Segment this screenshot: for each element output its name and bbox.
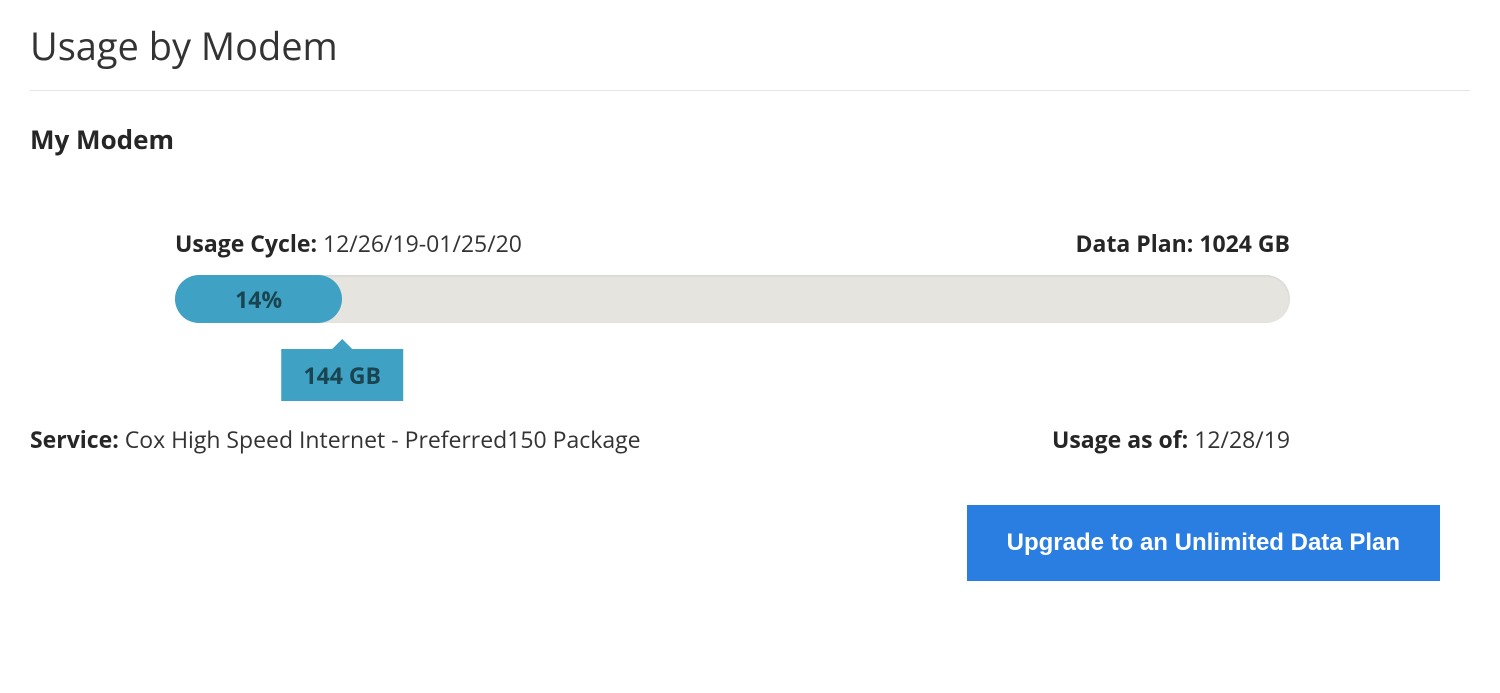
usage-asof-value: 12/28/19 [1194, 423, 1290, 455]
data-plan: Data Plan: 1024 GB [1076, 227, 1290, 259]
meta-row: Service: Cox High Speed Internet - Prefe… [30, 423, 1470, 455]
cta-row: Upgrade to an Unlimited Data Plan [30, 505, 1470, 581]
usage-cycle-value: 12/26/19-01/25/20 [323, 227, 522, 259]
usage-asof-label: Usage as of: [1052, 423, 1194, 455]
usage-progress-percent: 14% [235, 283, 282, 315]
data-plan-label: Data Plan: [1076, 227, 1200, 259]
service-value: Cox High Speed Internet - Preferred150 P… [125, 423, 641, 455]
usage-cycle: Usage Cycle: 12/26/19-01/25/20 [175, 227, 522, 259]
data-plan-value: 1024 GB [1199, 227, 1290, 259]
page-title: Usage by Modem [30, 20, 1470, 91]
upgrade-plan-button[interactable]: Upgrade to an Unlimited Data Plan [967, 505, 1440, 581]
usage-chart-block: Usage Cycle: 12/26/19-01/25/20 Data Plan… [30, 227, 1470, 323]
usage-progress-track: 14% [175, 275, 1290, 323]
usage-asof: Usage as of: 12/28/19 [1052, 423, 1290, 455]
modem-name-heading: My Modem [30, 121, 1470, 157]
service-label: Service: [30, 423, 125, 455]
usage-progress-fill: 14% [175, 275, 342, 323]
service-info: Service: Cox High Speed Internet - Prefe… [30, 423, 641, 455]
usage-badge: 144 GB [281, 349, 403, 401]
usage-header-row: Usage Cycle: 12/26/19-01/25/20 Data Plan… [175, 227, 1290, 259]
usage-cycle-label: Usage Cycle: [175, 227, 323, 259]
